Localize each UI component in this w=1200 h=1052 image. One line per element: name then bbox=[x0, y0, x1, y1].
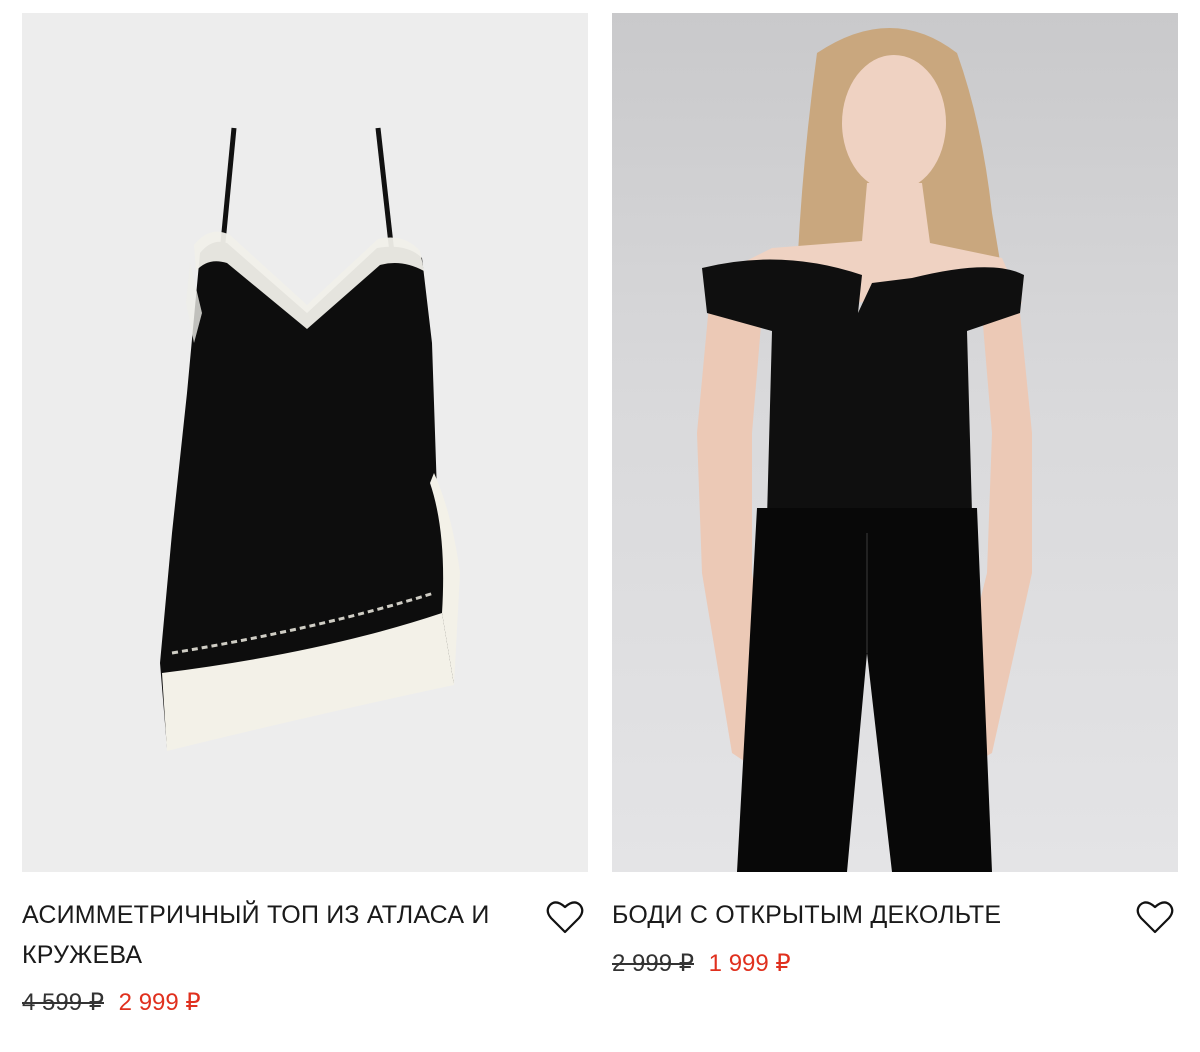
model-photo-illustration bbox=[697, 28, 1032, 872]
price-row: 2 999 ₽ 1 999 ₽ bbox=[612, 949, 791, 978]
product-card[interactable]: АСИММЕТРИЧНЫЙ ТОП ИЗ АТЛАСА И КРУЖЕВА 4 … bbox=[22, 13, 588, 1016]
slip-top-illustration bbox=[160, 127, 460, 751]
old-price: 4 599 ₽ bbox=[22, 989, 104, 1016]
product-title[interactable]: АСИММЕТРИЧНЫЙ ТОП ИЗ АТЛАСА И КРУЖЕВА bbox=[22, 895, 537, 975]
price-row: 4 599 ₽ 2 999 ₽ bbox=[22, 988, 201, 1017]
old-price: 2 999 ₽ bbox=[612, 950, 694, 977]
product-image[interactable] bbox=[22, 13, 588, 872]
sale-price: 2 999 ₽ bbox=[118, 989, 201, 1016]
heart-icon[interactable] bbox=[1136, 899, 1174, 935]
heart-icon[interactable] bbox=[546, 899, 584, 935]
product-card[interactable]: БОДИ С ОТКРЫТЫМ ДЕКОЛЬТЕ 2 999 ₽ 1 999 ₽ bbox=[612, 13, 1178, 977]
product-image[interactable] bbox=[612, 13, 1178, 872]
sale-price: 1 999 ₽ bbox=[708, 950, 791, 977]
product-title[interactable]: БОДИ С ОТКРЫТЫМ ДЕКОЛЬТЕ bbox=[612, 895, 1127, 935]
